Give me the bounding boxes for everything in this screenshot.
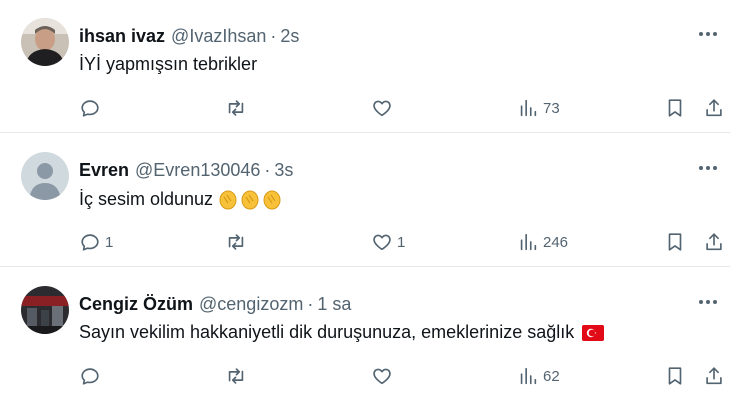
- heart-icon: [373, 234, 391, 251]
- share-icon: [706, 233, 722, 251]
- action-bar: 62: [0, 362, 730, 390]
- like-button[interactable]: 1: [371, 228, 405, 256]
- more-options-icon[interactable]: [694, 156, 722, 180]
- turkey-flag-emoji: [582, 324, 605, 341]
- reply-button[interactable]: [79, 362, 105, 390]
- reply-icon: [81, 368, 99, 385]
- tweet[interactable]: Evren @Evren130046 · 3s İç sesim oldunuz…: [0, 134, 730, 267]
- author-handle[interactable]: @Evren130046: [135, 160, 260, 181]
- more-options-icon[interactable]: [694, 22, 722, 46]
- retweet-button[interactable]: [225, 94, 251, 122]
- bookmark-icon: [668, 99, 682, 117]
- like-count: 1: [397, 233, 406, 251]
- author-name[interactable]: ihsan ivaz: [79, 26, 165, 47]
- heart-icon: [373, 100, 391, 117]
- tweet[interactable]: Cengiz Özüm @cengizozm · 1 sa Sayın veki…: [0, 268, 730, 420]
- views-button[interactable]: 73: [517, 94, 560, 122]
- heart-icon: [373, 368, 391, 385]
- tweet-header: Cengiz Özüm @cengizozm · 1 sa: [79, 292, 351, 316]
- retweet-button[interactable]: [225, 228, 251, 256]
- reply-button[interactable]: 1: [79, 228, 113, 256]
- reply-count: 1: [105, 233, 114, 251]
- retweet-icon: [228, 368, 244, 384]
- views-icon: [520, 99, 537, 117]
- reply-button[interactable]: [79, 94, 105, 122]
- reply-icon: [81, 234, 99, 251]
- retweet-icon: [228, 234, 244, 250]
- separator-dot: ·: [307, 293, 314, 314]
- avatar[interactable]: [21, 18, 69, 66]
- like-button[interactable]: [371, 94, 397, 122]
- retweet-icon: [228, 100, 244, 116]
- author-handle[interactable]: @IvazIhsan: [171, 26, 266, 47]
- default-user-icon: [21, 152, 69, 200]
- user-photo-icon: [21, 18, 69, 66]
- share-icon: [706, 99, 722, 117]
- view-count: 246: [543, 233, 569, 251]
- views-icon: [520, 233, 537, 251]
- tweet-text: Sayın vekilim hakkaniyetli dik duruşunuz…: [79, 322, 575, 342]
- like-button[interactable]: [371, 362, 397, 390]
- views-icon: [520, 367, 537, 385]
- timestamp[interactable]: 1 sa: [317, 294, 351, 315]
- views-button[interactable]: 246: [517, 228, 568, 256]
- share-button[interactable]: [703, 228, 725, 256]
- tweet-text-row: İç sesim oldunuz: [79, 188, 283, 210]
- bookmark-icon: [668, 233, 682, 251]
- tweet-header: Evren @Evren130046 · 3s: [79, 158, 293, 182]
- view-count: 62: [543, 367, 560, 385]
- author-handle[interactable]: @cengizozm: [199, 294, 303, 315]
- bookmark-button[interactable]: [664, 94, 686, 122]
- tweet-header: ihsan ivaz @IvazIhsan · 2s: [79, 24, 299, 48]
- tweet-text: İç sesim oldunuz: [79, 188, 214, 209]
- timestamp[interactable]: 3s: [274, 160, 293, 181]
- tweet[interactable]: ihsan ivaz @IvazIhsan · 2s İYİ yapmışsın…: [0, 0, 730, 133]
- tweet-text-row: Sayın vekilim hakkaniyetli dik duruşunuz…: [79, 322, 605, 343]
- timestamp[interactable]: 2s: [280, 26, 299, 47]
- share-button[interactable]: [703, 94, 725, 122]
- avatar[interactable]: [21, 286, 69, 334]
- more-options-icon[interactable]: [694, 290, 722, 314]
- view-count: 73: [543, 99, 560, 117]
- author-name[interactable]: Evren: [79, 160, 129, 181]
- clapping-hands-emoji: [219, 190, 281, 210]
- bookmark-button[interactable]: [664, 228, 686, 256]
- author-name[interactable]: Cengiz Özüm: [79, 294, 193, 315]
- reply-icon: [81, 100, 99, 117]
- action-bar: 73: [0, 94, 730, 122]
- user-photo-icon: [21, 286, 69, 334]
- bookmark-button[interactable]: [664, 362, 686, 390]
- share-icon: [706, 367, 722, 385]
- bookmark-icon: [668, 367, 682, 385]
- action-bar: 1 1 246: [0, 228, 730, 256]
- views-button[interactable]: 62: [517, 362, 560, 390]
- share-button[interactable]: [703, 362, 725, 390]
- separator-dot: ·: [270, 25, 277, 46]
- tweet-text: İYİ yapmışsın tebrikler: [79, 54, 258, 74]
- retweet-button[interactable]: [225, 362, 251, 390]
- separator-dot: ·: [264, 159, 271, 180]
- avatar[interactable]: [21, 152, 69, 200]
